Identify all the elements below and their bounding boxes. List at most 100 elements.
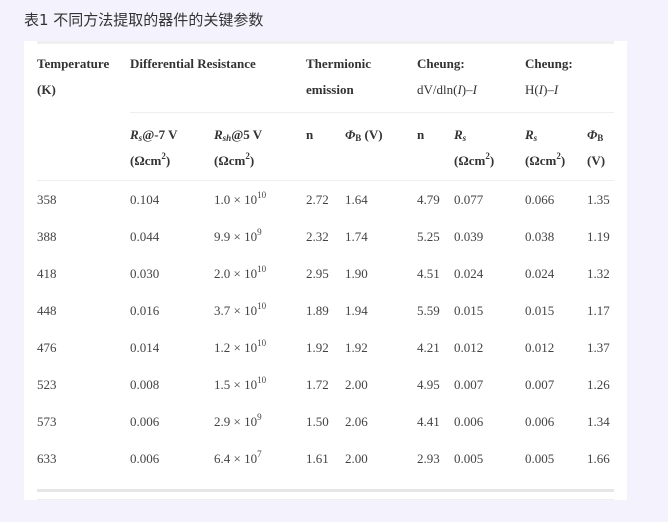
header-temperature-line2: (K) (37, 82, 56, 97)
cell-rsh-5v: 1.0 × 1010 (214, 180, 306, 218)
table-caption: 表1 不同方法提取的器件的关键参数 (24, 11, 264, 29)
cell-rs-cheung1: 0.039 (454, 229, 484, 244)
cell-rs-cheung2: 0.015 (525, 303, 555, 318)
cell-rs-cheung2: 0.005 (525, 451, 555, 466)
header-temperature-line1: Temperature (37, 56, 110, 71)
cell-n-cheung: 5.59 (417, 303, 440, 318)
rsh-subscript: sh (222, 133, 232, 143)
cell-rs-cheung1: 0.015 (454, 303, 484, 318)
cell-n-cheung: 4.51 (417, 266, 440, 281)
cell-rs-cheung2: 0.006 (525, 414, 555, 429)
rsh-exponent: 10 (257, 338, 267, 348)
rs-ch1-unit: (Ωcm (454, 153, 486, 168)
cell-phib-cheung: 1.32 (587, 266, 610, 281)
cell-rs-minus7v: 0.008 (130, 377, 160, 392)
header-phib-cheung: ΦB (V) (587, 112, 614, 181)
cell-rsh-5v: 1.2 × 1010 (214, 329, 306, 366)
cell-n-thermionic: 1.50 (306, 414, 329, 429)
cell-rs-cheung1: 0.012 (454, 340, 484, 355)
header-n-cheung: n (417, 112, 454, 181)
cell-phib-thermionic: 2.00 (345, 451, 368, 466)
cell-phib-thermionic: 1.64 (345, 180, 417, 218)
cell-temperature: 388 (37, 229, 57, 244)
cell-rs-cheung1: 0.005 (454, 451, 484, 466)
header-phib-thermionic: ΦB (V) (345, 112, 417, 181)
cell-phib-thermionic: 1.74 (345, 229, 368, 244)
cell-rs-cheung1: 0.007 (454, 377, 484, 392)
rsh-mantissa: 2.9 × 10 (214, 414, 258, 429)
cell-rs-cheung2: 0.066 (525, 180, 587, 218)
rsh-exponent: 10 (257, 301, 267, 311)
table-row: 633 0.006 6.4 × 107 1.61 2.00 2.93 0.005 0.005 1… (37, 440, 614, 477)
cell-rs-minus7v: 0.044 (130, 229, 160, 244)
cell-temperature: 358 (37, 180, 130, 218)
header-cheung2-line1: Cheung: (525, 56, 573, 71)
header-thermionic-line2: emission (306, 82, 354, 97)
table-row: 388 0.044 9.9 × 109 2.32 1.74 5.25 0.039 0.038 1… (37, 218, 614, 255)
header-rsh-at-5v: Rsh@5 V (Ωcm2) (214, 112, 306, 181)
n-ch-label: n (417, 127, 425, 142)
cell-rs-cheung1: 0.024 (454, 266, 484, 281)
n-te-label: n (306, 127, 314, 142)
cell-n-cheung: 2.93 (417, 451, 440, 466)
header-differential-resistance: Differential Resistance (130, 45, 306, 113)
table-row: 523 0.008 1.5 × 1010 1.72 2.00 4.95 0.007 0.007… (37, 366, 614, 403)
table-row: 476 0.014 1.2 × 1010 1.92 1.92 4.21 0.012 0.012… (37, 329, 614, 366)
parameters-table: Temperature (K) Differential Resistance … (37, 45, 614, 500)
header-cheung-hi: Cheung: H(I)–I (525, 45, 614, 113)
rs-condition: @-7 V (142, 127, 178, 142)
cell-rs-cheung2: 0.012 (525, 340, 555, 355)
cell-phib-cheung: 1.35 (587, 180, 614, 218)
rs-ch1-unit-close: ) (489, 153, 495, 168)
header-thermionic-line1: Thermionic (306, 56, 371, 71)
rsh-mantissa: 1.5 × 10 (214, 377, 258, 392)
header-cheung1-line2: dV/dln(I)–I (417, 82, 477, 97)
cell-n-cheung: 4.95 (417, 377, 440, 392)
cell-rs-minus7v: 0.016 (130, 303, 160, 318)
rsh-condition: @5 V (231, 127, 263, 142)
cell-temperature: 633 (37, 451, 57, 466)
table-row: 418 0.030 2.0 × 1010 2.95 1.90 4.51 0.024 0.024… (37, 255, 614, 292)
rsh-exponent: 7 (257, 449, 262, 459)
rsh-exponent: 9 (257, 412, 262, 422)
top-rule-divider (37, 41, 614, 44)
rsh-mantissa: 1.2 × 10 (214, 340, 258, 355)
cell-phib-cheung: 1.37 (587, 340, 610, 355)
header-cheung2-line2: H(I)–I (525, 82, 559, 97)
rs-ch2-symbol: R (525, 127, 534, 142)
cell-n-thermionic: 1.61 (306, 451, 329, 466)
cell-rs-cheung1: 0.006 (454, 414, 484, 429)
cell-n-thermionic: 1.89 (306, 303, 329, 318)
cell-temperature: 523 (37, 377, 57, 392)
cell-n-thermionic: 2.32 (306, 229, 329, 244)
cell-rs-cheung1: 0.077 (454, 180, 525, 218)
cell-rs-minus7v: 0.014 (130, 340, 160, 355)
cell-n-cheung: 4.21 (417, 340, 440, 355)
table-body: 358 0.104 1.0 × 1010 2.72 1.64 4.79 0.077 0.066… (37, 180, 614, 478)
rsh-exponent: 10 (257, 375, 267, 385)
cell-rsh-5v: 2.0 × 1010 (214, 255, 306, 292)
phib-te-symbol: Φ (345, 127, 356, 142)
cell-rs-minus7v: 0.006 (130, 414, 160, 429)
cell-rsh-5v: 2.9 × 109 (214, 403, 306, 440)
rs-ch2-subscript: s (533, 133, 538, 143)
rsh-mantissa: 9.9 × 10 (214, 229, 258, 244)
rsh-exponent: 10 (257, 190, 267, 200)
rsh-unit: (Ωcm (214, 153, 246, 168)
cell-rs-cheung2: 0.007 (525, 377, 555, 392)
cell-rs-cheung2: 0.024 (525, 266, 555, 281)
cell-n-thermionic: 1.72 (306, 377, 329, 392)
cell-temperature: 418 (37, 266, 57, 281)
rs-unit: (Ωcm (130, 153, 162, 168)
cell-rsh-5v: 3.7 × 1010 (214, 292, 306, 329)
cell-phib-cheung: 1.34 (587, 414, 610, 429)
cell-n-thermionic: 1.92 (306, 340, 329, 355)
cell-temperature: 573 (37, 414, 57, 429)
rs-unit-close: ) (165, 153, 171, 168)
header-rs-cheung2: Rs (Ωcm2) (525, 112, 587, 181)
rsh-symbol: R (214, 127, 223, 142)
cell-n-cheung: 5.25 (417, 229, 440, 244)
table-row: 358 0.104 1.0 × 1010 2.72 1.64 4.79 0.077 0.066… (37, 180, 614, 218)
cell-temperature: 448 (37, 303, 57, 318)
rs-ch2-unit-close: ) (560, 153, 566, 168)
